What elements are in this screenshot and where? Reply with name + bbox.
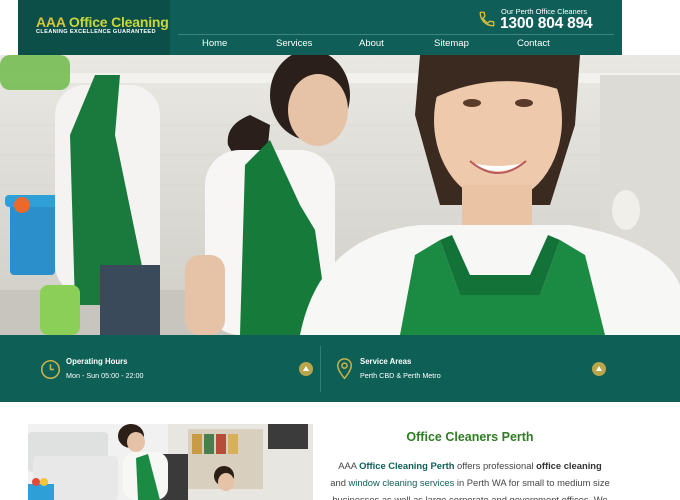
nav-about[interactable]: About [359, 38, 384, 49]
intro-bold-office-cleaning: office cleaning [536, 460, 602, 471]
areas-title: Service Areas [360, 357, 412, 366]
intro-text-2: offers professional [454, 460, 537, 471]
info-bar: Operating Hours Mon - Sun 05:00 - 22:00 … [0, 335, 680, 402]
clock-icon [40, 359, 61, 380]
office-cleaning-perth-link[interactable]: Office Cleaning Perth [359, 460, 454, 471]
hero-image [0, 55, 680, 335]
phone-icon[interactable] [478, 10, 496, 28]
info-divider [320, 346, 321, 392]
nav-home[interactable]: Home [202, 38, 227, 49]
intro-text-3: and [330, 477, 349, 488]
hours-title: Operating Hours [66, 357, 128, 366]
nav-contact[interactable]: Contact [517, 38, 550, 49]
logo-title-rest: Office Cleaning [68, 14, 169, 30]
areas-expand-button[interactable] [592, 362, 606, 376]
hours-expand-button[interactable] [299, 362, 313, 376]
nav-sitemap[interactable]: Sitemap [434, 38, 469, 49]
intro-text-1: AAA [338, 460, 360, 471]
logo-tagline: CLEANING EXCELLENCE GUARANTEED [36, 29, 156, 35]
areas-text: Perth CBD & Perth Metro [360, 371, 441, 380]
office-cleaning-photo [28, 424, 313, 500]
main-nav: Home Services About Sitemap Contact [178, 35, 614, 55]
hero-illustration [0, 55, 680, 335]
nav-services[interactable]: Services [276, 38, 312, 49]
site-header: AAA Office Cleaning CLEANING EXCELLENCE … [0, 0, 680, 55]
intro-paragraph: AAA Office Cleaning Perth offers profess… [330, 457, 610, 500]
logo-title[interactable]: AAA Office Cleaning [36, 14, 169, 30]
section-title: Office Cleaners Perth [406, 430, 534, 444]
hours-text: Mon - Sun 05:00 - 22:00 [66, 371, 144, 380]
logo-title-first: AAA [36, 14, 66, 30]
location-pin-icon [336, 358, 353, 380]
phone-number[interactable]: 1300 804 894 [500, 15, 593, 33]
office-photo-illustration [28, 424, 313, 500]
window-cleaning-link[interactable]: window cleaning services [349, 477, 455, 488]
